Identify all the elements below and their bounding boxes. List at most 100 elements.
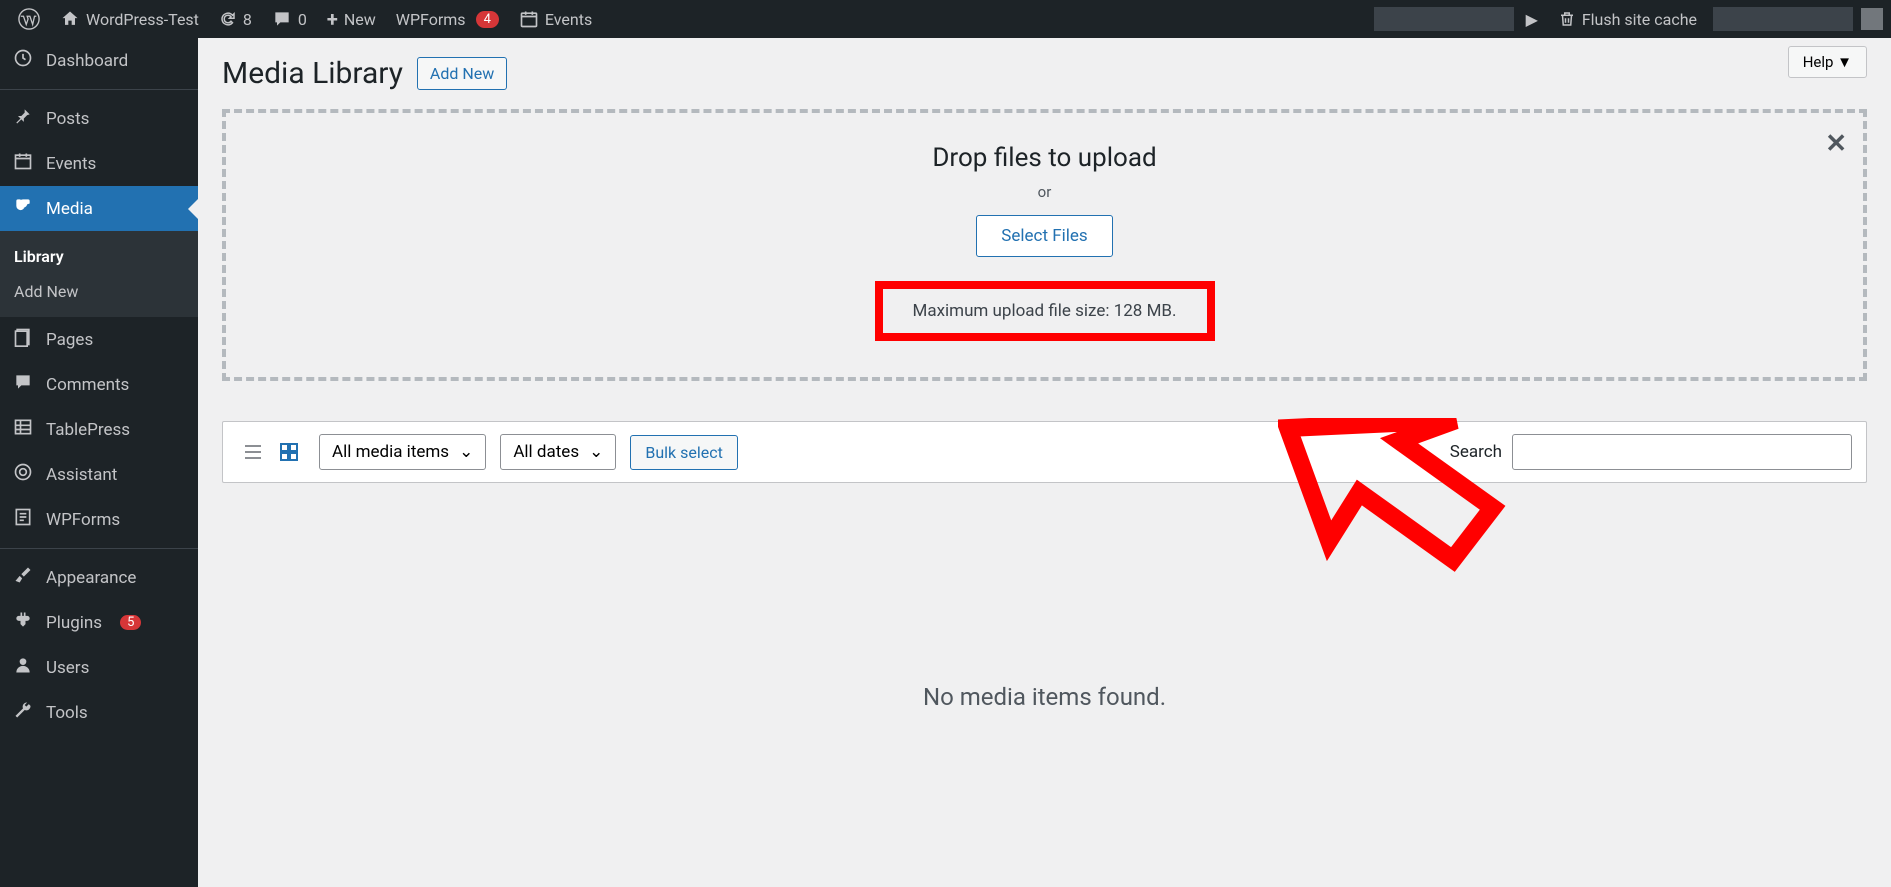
sidebar-label: Plugins [46,613,102,633]
grid-view-button[interactable] [273,436,305,468]
sidebar-item-wpforms[interactable]: WPForms [0,497,198,542]
list-view-button[interactable] [237,436,269,468]
plus-icon: + [327,7,338,31]
sidebar-item-assistant[interactable]: Assistant [0,452,198,497]
flush-label: Flush site cache [1582,10,1697,29]
grid-icon [277,440,301,464]
calendar-icon [519,9,539,29]
list-icon [241,440,265,464]
admin-topbar: WordPress-Test 8 0 + New WPForms 4 Event… [0,0,1891,38]
comment-icon [12,372,34,397]
flush-cache-link[interactable]: Flush site cache [1550,0,1705,38]
sidebar-item-users[interactable]: Users [0,645,198,690]
sidebar-item-pages[interactable]: Pages [0,317,198,362]
events-topbar-link[interactable]: Events [509,0,602,38]
wp-logo[interactable] [8,0,50,38]
dropzone-heading: Drop files to upload [246,143,1843,173]
events-label: Events [545,10,592,29]
sidebar-label: Assistant [46,465,117,485]
wordpress-icon [18,8,40,30]
sidebar-item-posts[interactable]: Posts [0,96,198,141]
new-link[interactable]: + New [317,0,386,38]
sidebar-label: Media [46,199,93,219]
help-label: Help [1803,53,1834,71]
search-label: Search [1450,442,1502,462]
plugin-icon [12,610,34,635]
search-input[interactable] [1512,434,1852,470]
play-icon[interactable]: ▶ [1522,10,1542,29]
select-files-button[interactable]: Select Files [976,215,1112,257]
page-title: Media Library [222,56,403,91]
sidebar-label: WPForms [46,510,120,530]
chevron-down-icon: ⌄ [459,442,473,462]
refresh-icon [219,10,237,28]
sidebar-label: Events [46,154,96,174]
view-toggle [237,436,305,468]
sidebar-label: Pages [46,330,93,350]
close-icon[interactable]: ✕ [1825,129,1847,159]
sidebar-label: Appearance [46,568,136,588]
no-items-message: No media items found. [222,683,1867,711]
home-icon [60,9,80,29]
main-content: Help ▼ Media Library Add New ✕ Drop file… [198,38,1891,729]
sidebar-label: Dashboard [46,51,128,71]
search-wrap: Search [1450,434,1852,470]
sidebar-item-plugins[interactable]: Plugins 5 [0,600,198,645]
sidebar-label: Comments [46,375,129,395]
separator [0,89,198,90]
pin-icon [12,106,34,131]
sidebar-item-events[interactable]: Events [0,141,198,186]
sidebar-item-comments[interactable]: Comments [0,362,198,407]
table-icon [12,417,34,442]
topbar-search-input-2[interactable] [1713,7,1853,31]
upload-dropzone[interactable]: ✕ Drop files to upload or Select Files M… [222,109,1867,381]
admin-sidebar: Dashboard Posts Events Media Library Add… [0,38,198,887]
maxsize-highlight: Maximum upload file size: 128 MB. [875,281,1215,341]
sidebar-item-appearance[interactable]: Appearance [0,555,198,600]
page-header: Media Library Add New [222,56,1867,91]
page-icon [12,327,34,352]
plugins-count-badge: 5 [120,615,141,630]
maxsize-text: Maximum upload file size: 128 MB. [913,301,1177,321]
separator [0,548,198,549]
dropzone-or: or [246,183,1843,201]
topbar-left: WordPress-Test 8 0 + New WPForms 4 Event… [8,0,602,38]
site-name: WordPress-Test [86,10,199,29]
topbar-search-input-1[interactable] [1374,7,1514,31]
user-avatar[interactable] [1861,8,1883,30]
media-type-filter[interactable]: All media items ⌄ [319,434,486,470]
wrench-icon [12,700,34,725]
sidebar-label: Users [46,658,89,678]
updates-link[interactable]: 8 [209,0,262,38]
wpforms-badge: 4 [476,11,499,28]
sidebar-item-tablepress[interactable]: TablePress [0,407,198,452]
help-button[interactable]: Help ▼ [1788,46,1867,78]
wpforms-label: WPForms [396,10,466,29]
wpforms-link[interactable]: WPForms 4 [386,0,509,38]
sidebar-item-dashboard[interactable]: Dashboard [0,38,198,83]
assistant-icon [12,462,34,487]
bulk-select-button[interactable]: Bulk select [630,435,737,470]
dashboard-icon [12,48,34,73]
form-icon [12,507,34,532]
submenu-add-new[interactable]: Add New [0,274,198,309]
sidebar-item-tools[interactable]: Tools [0,690,198,735]
comments-count: 0 [298,10,307,29]
comments-link[interactable]: 0 [262,0,317,38]
new-label: New [344,10,376,29]
filter-label: All media items [332,442,449,462]
sidebar-item-media[interactable]: Media [0,186,198,231]
user-icon [12,655,34,680]
chevron-down-icon: ⌄ [589,442,603,462]
trash-icon [1558,10,1576,28]
site-home-link[interactable]: WordPress-Test [50,0,209,38]
updates-count: 8 [243,10,252,29]
filter-label: All dates [513,442,579,462]
date-filter[interactable]: All dates ⌄ [500,434,616,470]
add-new-button[interactable]: Add New [417,57,507,90]
topbar-right: ▶ Flush site cache [1374,0,1883,38]
submenu-library[interactable]: Library [0,239,198,274]
sidebar-label: TablePress [46,420,130,440]
sidebar-label: Posts [46,109,89,129]
comment-icon [272,9,292,29]
